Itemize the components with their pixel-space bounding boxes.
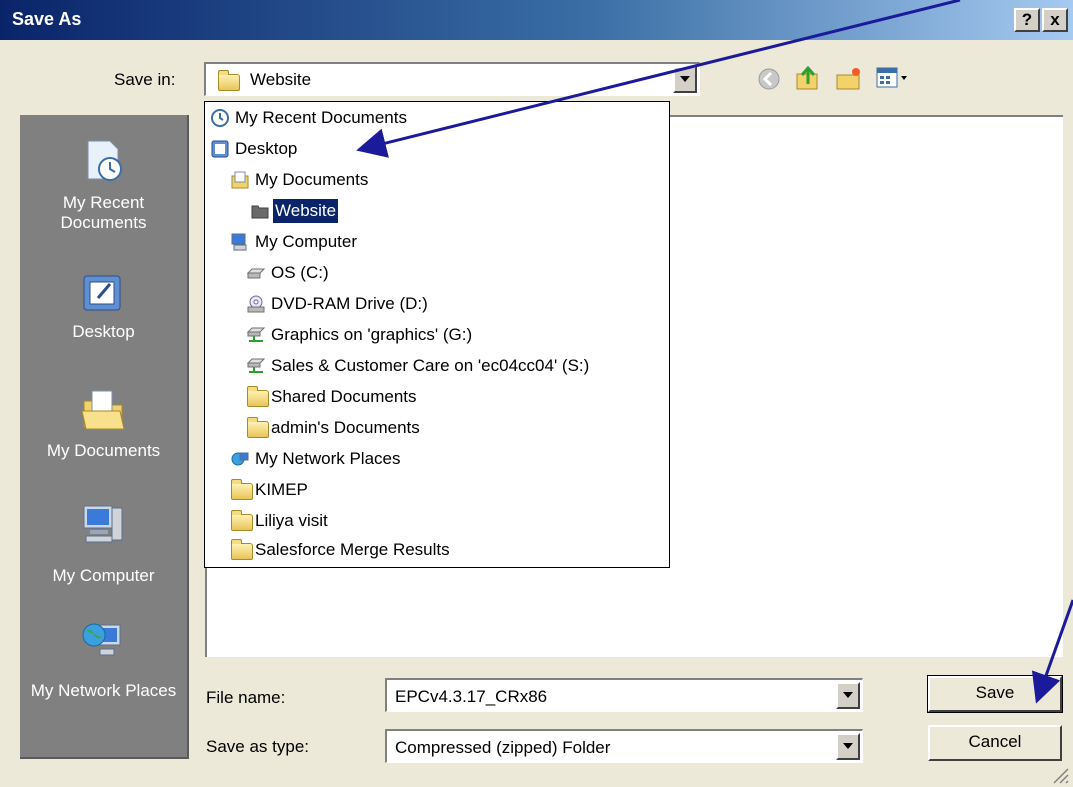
- save-in-value: Website: [250, 70, 312, 89]
- back-icon[interactable]: [756, 66, 782, 92]
- place-label: My Recent Documents: [60, 193, 147, 232]
- save-as-type-label: Save as type:: [206, 737, 310, 756]
- places-bar: My Recent Documents Desktop My Documents…: [20, 115, 189, 759]
- dropdown-item-label: Graphics on 'graphics' (G:): [271, 325, 473, 344]
- network-drive-icon: [247, 358, 265, 373]
- folder-icon: [231, 479, 253, 500]
- cancel-button[interactable]: Cancel: [928, 725, 1062, 761]
- place-desktop[interactable]: Desktop: [20, 270, 187, 370]
- save-in-dropdown-list: My Recent Documents Desktop My Documents…: [204, 101, 670, 568]
- window-title: Save As: [12, 9, 82, 29]
- save-as-type-value: Compressed (zipped) Folder: [395, 738, 611, 757]
- desktop-icon: [211, 140, 229, 158]
- desktop-icon: [83, 275, 121, 311]
- chevron-down-icon[interactable]: [836, 682, 860, 709]
- save-in-label: Save in:: [114, 70, 176, 89]
- dropdown-item-label: Liliya visit: [255, 511, 328, 530]
- save-as-type-select[interactable]: Compressed (zipped) Folder: [385, 729, 863, 763]
- place-my-recent-documents[interactable]: My Recent Documents: [20, 137, 187, 269]
- dropdown-item-label: admin's Documents: [271, 418, 420, 437]
- title-bar: Save As ? x: [0, 0, 1073, 40]
- folder-icon: [231, 510, 253, 531]
- file-name-value: EPCv4.3.17_CRx86: [395, 687, 548, 706]
- place-label: My Computer: [52, 566, 155, 585]
- folder-icon: [247, 386, 269, 407]
- dropdown-item-label: Salesforce Merge Results: [255, 540, 450, 559]
- file-name-label: File name:: [206, 688, 286, 707]
- save-in-combo[interactable]: Website: [204, 62, 700, 96]
- resize-grip-icon[interactable]: [1050, 765, 1070, 785]
- chevron-down-icon[interactable]: [836, 733, 860, 760]
- dropdown-item-label: OS (C:): [271, 263, 329, 282]
- place-label: Desktop: [72, 322, 135, 341]
- place-my-network-places[interactable]: My Network Places: [20, 615, 187, 745]
- recent-documents-icon: [87, 140, 122, 181]
- dropdown-item-label: DVD-RAM Drive (D:): [271, 294, 428, 313]
- close-button[interactable]: x: [1042, 8, 1068, 32]
- place-my-computer[interactable]: My Computer: [20, 500, 187, 610]
- folder-icon: [218, 70, 240, 91]
- network-places-icon: [231, 452, 249, 466]
- chevron-down-icon[interactable]: [673, 66, 697, 93]
- dropdown-item-label: My Computer: [255, 232, 358, 251]
- drive-icon: [247, 268, 265, 279]
- network-drive-icon: [247, 327, 265, 342]
- dvd-drive-icon: [247, 295, 265, 313]
- my-documents-icon: [231, 171, 249, 189]
- help-button[interactable]: ?: [1014, 8, 1040, 32]
- place-label: My Network Places: [30, 681, 177, 700]
- place-my-documents[interactable]: My Documents: [20, 385, 187, 495]
- folder-open-icon: [251, 205, 269, 219]
- up-folder-icon[interactable]: [794, 64, 822, 92]
- network-places-icon: [82, 623, 121, 656]
- place-label: My Documents: [46, 441, 161, 460]
- dropdown-item-label: My Network Places: [255, 449, 401, 468]
- recent-documents-icon: [211, 109, 229, 127]
- views-menu-icon[interactable]: [876, 66, 910, 90]
- file-name-field[interactable]: EPCv4.3.17_CRx86: [385, 678, 863, 712]
- dropdown-item-label: Sales & Customer Care on 'ec04cc04' (S:): [271, 356, 590, 375]
- new-folder-icon[interactable]: [834, 64, 864, 92]
- folder-icon: [247, 417, 269, 438]
- folder-icon: [231, 539, 253, 560]
- dropdown-item-label: Website: [271, 198, 340, 224]
- dropdown-item-label: My Documents: [255, 170, 369, 189]
- my-computer-icon: [231, 233, 247, 251]
- dropdown-item-label: Shared Documents: [271, 387, 417, 406]
- dropdown-item-label: Desktop: [235, 139, 298, 158]
- my-computer-icon: [83, 505, 123, 543]
- dropdown-item-label: My Recent Documents: [235, 108, 407, 127]
- dropdown-item-label: KIMEP: [255, 480, 308, 499]
- my-documents-icon: [81, 390, 125, 430]
- save-button[interactable]: Save: [927, 675, 1063, 713]
